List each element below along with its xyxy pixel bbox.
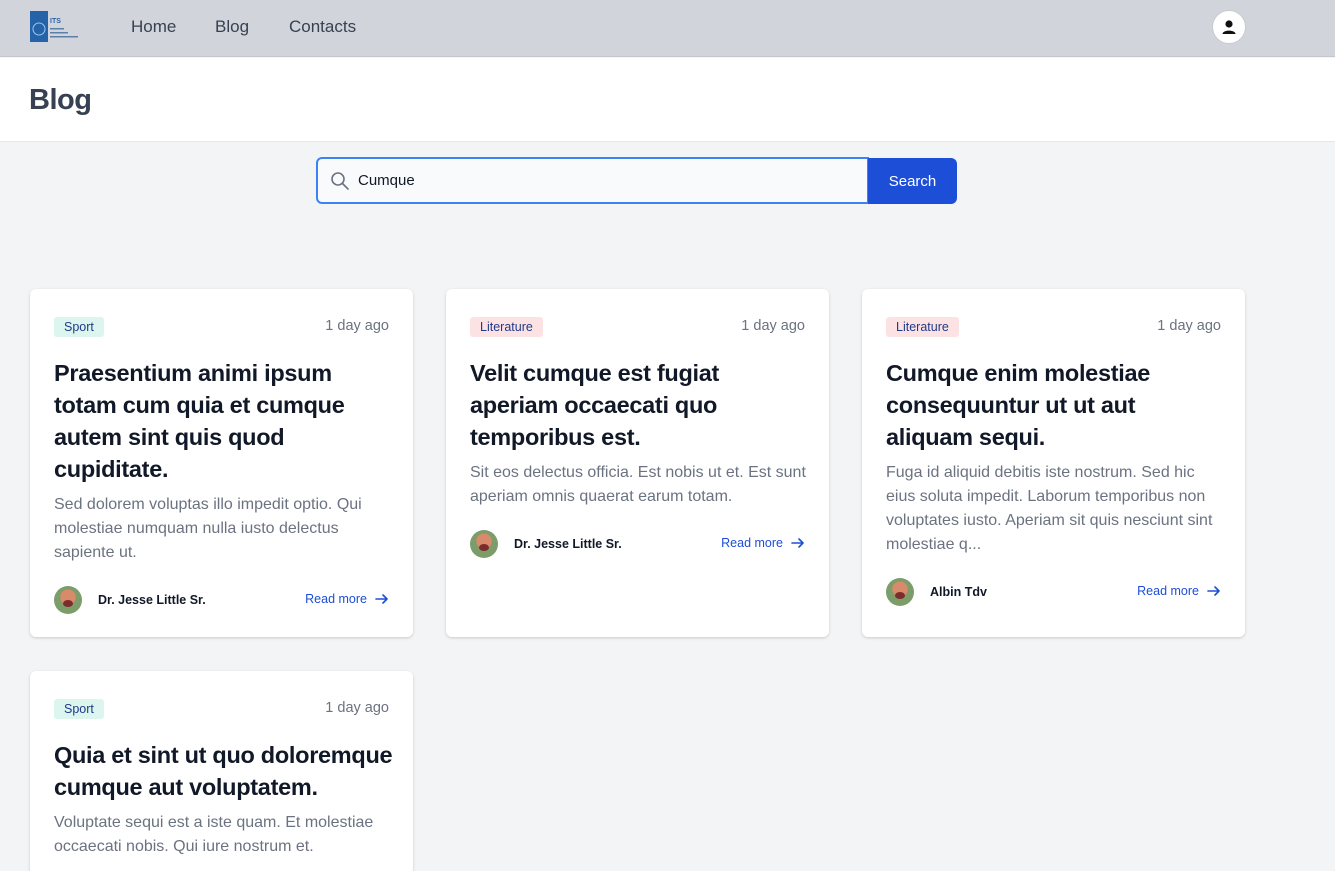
read-more-label: Read more [305, 592, 367, 606]
post-time: 1 day ago [741, 318, 805, 334]
post-excerpt: Sed dolorem voluptas illo impedit optio.… [54, 496, 362, 561]
category-badge[interactable]: Sport [54, 699, 104, 719]
post-excerpt: Sit eos delectus officia. Est nobis ut e… [470, 464, 806, 505]
post-time: 1 day ago [1157, 318, 1221, 334]
logo[interactable]: ITS [30, 11, 80, 42]
user-menu-button[interactable] [1212, 10, 1246, 44]
category-badge[interactable]: Literature [470, 317, 543, 337]
logo-text: ITS [50, 18, 61, 25]
search-icon [331, 172, 349, 190]
post-title[interactable]: Cumque enim molestiae consequuntur ut ut… [886, 357, 1226, 453]
author-avatar [886, 578, 914, 606]
arrow-right-icon [375, 594, 388, 604]
user-icon [1222, 20, 1236, 34]
post-author: Dr. Jesse Little Sr. [54, 585, 206, 615]
search-button[interactable]: Search [868, 158, 957, 204]
post-title[interactable]: Quia et sint ut quo doloremque cumque au… [54, 739, 394, 803]
author-avatar [54, 586, 82, 614]
post-excerpt: Fuga id aliquid debitis iste nostrum. Se… [886, 464, 1213, 553]
read-more-link[interactable]: Read more [1137, 584, 1221, 598]
arrow-right-icon [1207, 586, 1220, 596]
nav-link-contacts[interactable]: Contacts [289, 17, 356, 37]
arrow-right-icon [791, 538, 804, 548]
read-more-link[interactable]: Read more [721, 536, 805, 550]
author-avatar [470, 530, 498, 558]
category-badge[interactable]: Sport [54, 317, 104, 337]
post-author: Albin Tdv [886, 577, 987, 607]
search-box[interactable] [316, 157, 869, 204]
top-navbar: ITS Home Blog Contacts [0, 0, 1335, 57]
author-name: Albin Tdv [930, 585, 987, 599]
read-more-link[interactable]: Read more [305, 592, 389, 606]
read-more-label: Read more [1137, 584, 1199, 598]
post-excerpt: Voluptate sequi est a iste quam. Et mole… [54, 814, 374, 855]
post-title[interactable]: Praesentium animi ipsum totam cum quia e… [54, 357, 394, 485]
blog-card: Literature 1 day ago Cumque enim molesti… [862, 289, 1245, 637]
author-name: Dr. Jesse Little Sr. [98, 593, 206, 607]
blog-card: Sport 1 day ago Praesentium animi ipsum … [30, 289, 413, 637]
search-input[interactable] [358, 159, 858, 202]
nav-link-home[interactable]: Home [131, 17, 176, 37]
post-title[interactable]: Velit cumque est fugiat aperiam occaecat… [470, 357, 810, 453]
author-name: Dr. Jesse Little Sr. [514, 537, 622, 551]
page-title: Blog [29, 84, 92, 116]
page-header: Blog [0, 58, 1335, 142]
read-more-label: Read more [721, 536, 783, 550]
nav-link-blog[interactable]: Blog [215, 17, 249, 37]
category-badge[interactable]: Literature [886, 317, 959, 337]
blog-card: Literature 1 day ago Velit cumque est fu… [446, 289, 829, 637]
post-author: Dr. Jesse Little Sr. [470, 529, 622, 559]
post-time: 1 day ago [325, 318, 389, 334]
post-time: 1 day ago [325, 700, 389, 716]
blog-card: Sport 1 day ago Quia et sint ut quo dolo… [30, 671, 413, 871]
